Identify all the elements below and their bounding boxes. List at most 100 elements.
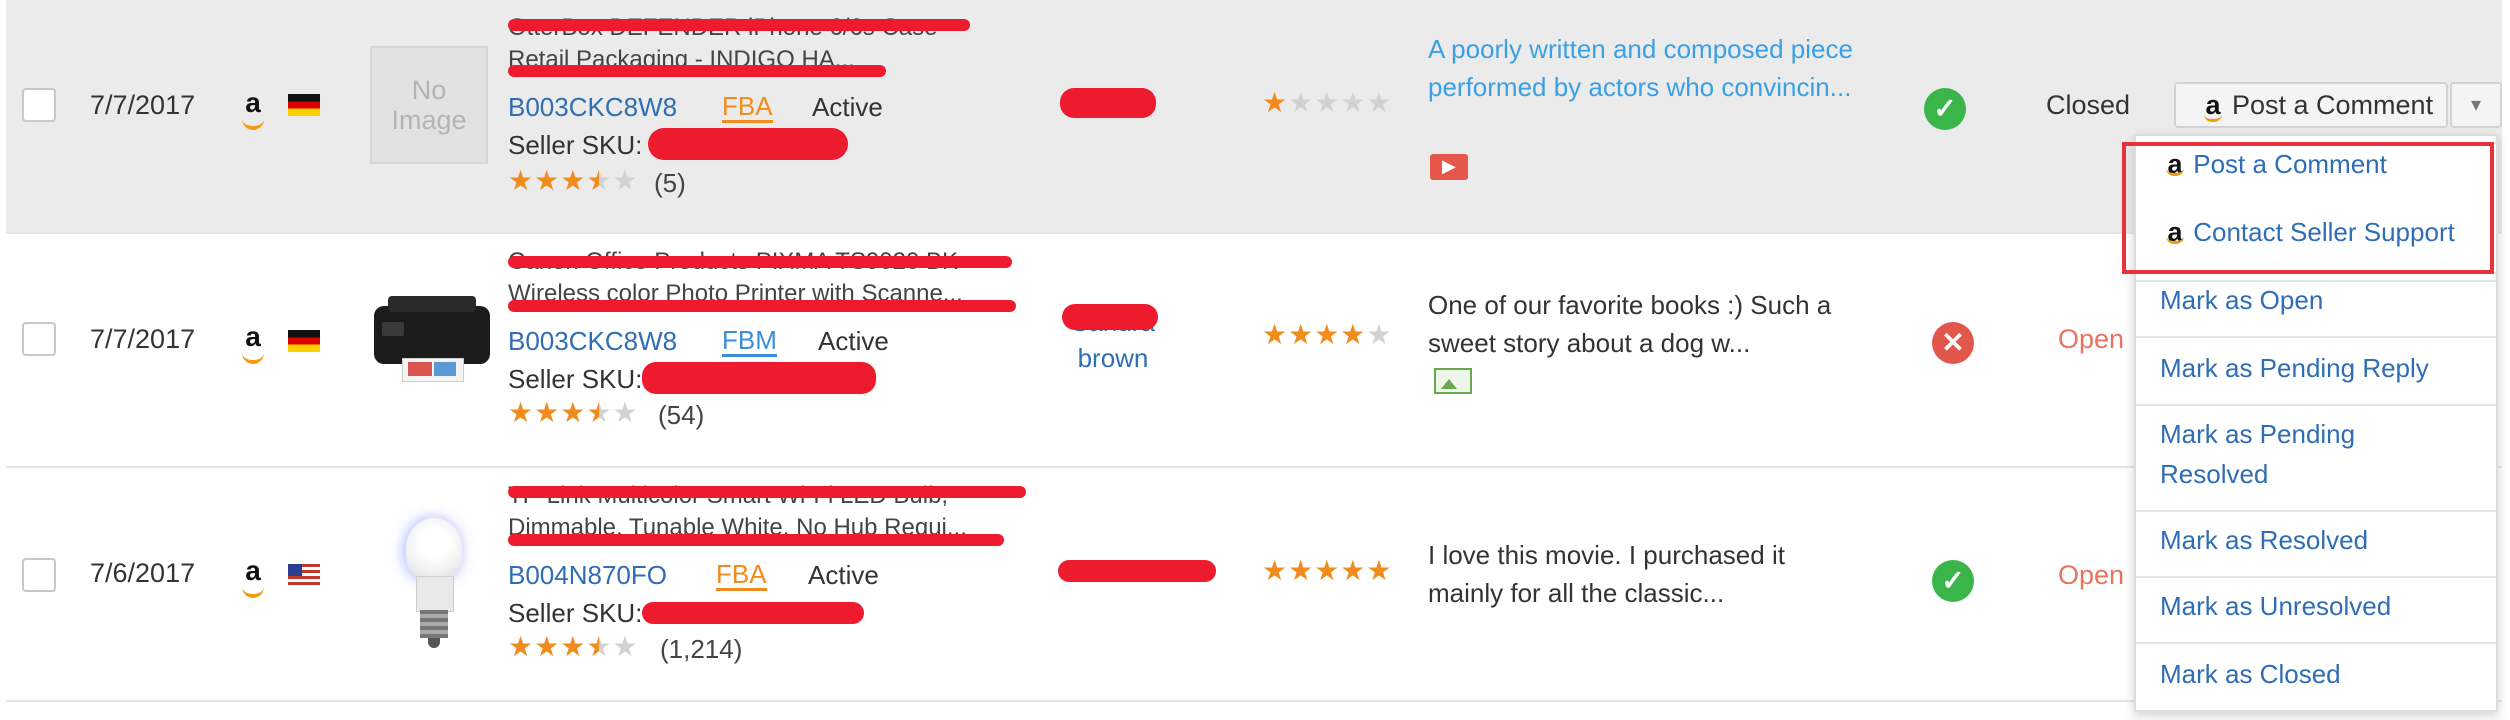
amazon-icon: a bbox=[2202, 90, 2224, 122]
star-icon: ★ bbox=[612, 165, 639, 196]
post-comment-button[interactable]: a Post a Comment bbox=[2174, 82, 2448, 128]
star-icon: ★★★ bbox=[508, 165, 587, 196]
divider bbox=[2136, 576, 2496, 578]
redaction bbox=[1062, 304, 1158, 330]
germany-flag-icon bbox=[288, 94, 320, 116]
menu-item-mark-unresolved[interactable]: Mark as Unresolved bbox=[2160, 586, 2391, 626]
divider bbox=[2136, 404, 2496, 406]
listing-status: Active bbox=[818, 326, 889, 356]
review-text-link[interactable]: A poorly written and composed piece perf… bbox=[1428, 30, 1858, 106]
asin-link[interactable]: B003CKC8W8 bbox=[508, 326, 677, 357]
listing-status: Active bbox=[808, 560, 879, 590]
redaction bbox=[642, 362, 876, 394]
star-icon: ★★★★ bbox=[1288, 87, 1393, 118]
redaction bbox=[508, 256, 1012, 268]
product-rating-stars: ★★★★★ bbox=[508, 398, 639, 428]
menu-item-post-comment[interactable]: a Post a Comment bbox=[2164, 144, 2387, 184]
redaction bbox=[508, 300, 1016, 312]
row-checkbox[interactable] bbox=[22, 322, 56, 356]
review-text[interactable]: One of our favorite books :) Such a swee… bbox=[1428, 286, 1888, 362]
asin-link[interactable]: B003CKC8W8 bbox=[508, 92, 677, 123]
no-image-text: No Image bbox=[391, 75, 467, 135]
redaction bbox=[508, 534, 1004, 546]
check-icon: ✓ bbox=[1924, 88, 1966, 130]
star-icon: ★ bbox=[612, 631, 639, 662]
x-icon: ✕ bbox=[1932, 322, 1974, 364]
review-count: (54) bbox=[658, 400, 705, 430]
menu-item-label: Contact Seller Support bbox=[2193, 217, 2455, 247]
menu-item-label: Resolved bbox=[2160, 459, 2269, 489]
menu-item-mark-open[interactable]: Mark as Open bbox=[2160, 280, 2323, 320]
menu-item-mark-resolved[interactable]: Mark as Resolved bbox=[2160, 520, 2368, 560]
amazon-icon: a bbox=[238, 556, 268, 598]
amazon-icon: a bbox=[238, 88, 268, 130]
amazon-icon: a bbox=[2164, 144, 2186, 184]
date: 7/7/2017 bbox=[90, 324, 196, 354]
review-rating-stars: ★★★★★ bbox=[1262, 88, 1393, 118]
redaction bbox=[508, 65, 886, 77]
product-rating-stars: ★★★★★ bbox=[508, 166, 639, 196]
review-state: Open bbox=[2058, 560, 2125, 590]
amazon-icon: a bbox=[238, 322, 268, 364]
seller-sku-label: Seller SKU: bbox=[508, 130, 643, 160]
star-icon: ★★★★★ bbox=[1262, 555, 1393, 586]
redaction bbox=[648, 128, 848, 160]
product-rating-stars: ★★★★★ bbox=[508, 632, 639, 662]
table-row[interactable]: 7/6/2017 a TP-Link Multicolor Smart Wi-F… bbox=[6, 468, 2502, 702]
fulfillment-badge: FBM bbox=[722, 325, 777, 357]
seller-sku-label: Seller SKU: bbox=[508, 598, 643, 628]
divider bbox=[2136, 510, 2496, 512]
menu-item-label: Mark as Pending bbox=[2160, 419, 2356, 449]
fulfillment-badge: FBA bbox=[716, 559, 767, 591]
review-text[interactable]: I love this movie. I purchased it mainly… bbox=[1428, 536, 1858, 612]
asin-link[interactable]: B004N870FO bbox=[508, 560, 667, 591]
review-count: (5) bbox=[654, 168, 686, 198]
menu-item-label: Post a Comment bbox=[2193, 149, 2387, 179]
post-comment-label: Post a Comment bbox=[2232, 89, 2434, 120]
image-icon[interactable] bbox=[1434, 368, 1472, 394]
menu-item-mark-closed[interactable]: Mark as Closed bbox=[2160, 654, 2341, 694]
review-rating-stars: ★★★★★ bbox=[1262, 320, 1393, 350]
review-state: Open bbox=[2058, 324, 2125, 354]
action-dropdown-toggle[interactable]: ▾ bbox=[2450, 82, 2502, 128]
star-icon: ★ bbox=[612, 397, 639, 428]
redaction bbox=[508, 19, 970, 31]
product-image bbox=[368, 292, 496, 392]
review-state: Closed bbox=[2046, 90, 2131, 120]
product-image bbox=[402, 518, 466, 650]
star-icon: ★ bbox=[1262, 87, 1289, 118]
star-icon: ★★★★ bbox=[1262, 319, 1367, 350]
divider bbox=[2136, 336, 2496, 338]
review-count: (1,214) bbox=[660, 634, 743, 664]
redaction bbox=[508, 486, 1026, 498]
review-rating-stars: ★★★★★ bbox=[1262, 556, 1393, 586]
amazon-icon: a bbox=[2164, 212, 2186, 252]
video-icon[interactable] bbox=[1430, 154, 1468, 180]
menu-item-contact-seller-support[interactable]: a Contact Seller Support bbox=[2164, 212, 2455, 252]
star-icon: ★★★ bbox=[508, 397, 587, 428]
product-image-placeholder: No Image bbox=[370, 46, 488, 164]
action-dropdown-menu: a Post a Comment a Contact Seller Suppor… bbox=[2122, 134, 2498, 712]
seller-sku-label: Seller SKU: bbox=[508, 364, 643, 394]
half-star-icon: ★ bbox=[586, 631, 613, 662]
row-checkbox[interactable] bbox=[22, 558, 56, 592]
redaction bbox=[1058, 560, 1216, 582]
star-icon: ★★★ bbox=[508, 631, 587, 662]
row-checkbox[interactable] bbox=[22, 88, 56, 122]
date: 7/6/2017 bbox=[90, 558, 196, 588]
date: 7/7/2017 bbox=[90, 90, 196, 120]
redaction bbox=[1060, 88, 1156, 118]
check-icon: ✓ bbox=[1932, 560, 1974, 602]
germany-flag-icon bbox=[288, 330, 320, 352]
redaction bbox=[642, 602, 864, 624]
star-icon: ★ bbox=[1366, 319, 1393, 350]
customer-name-line: brown bbox=[1077, 343, 1149, 373]
menu-item-mark-pending-reply[interactable]: Mark as Pending Reply bbox=[2160, 348, 2429, 388]
half-star-icon: ★ bbox=[586, 397, 613, 428]
us-flag-icon bbox=[288, 564, 320, 586]
fulfillment-badge: FBA bbox=[722, 91, 773, 123]
menu-item-mark-pending-resolved[interactable]: Mark as Pending Resolved bbox=[2160, 414, 2355, 494]
listing-status: Active bbox=[812, 92, 883, 122]
half-star-icon: ★ bbox=[586, 165, 613, 196]
divider bbox=[2136, 642, 2496, 644]
